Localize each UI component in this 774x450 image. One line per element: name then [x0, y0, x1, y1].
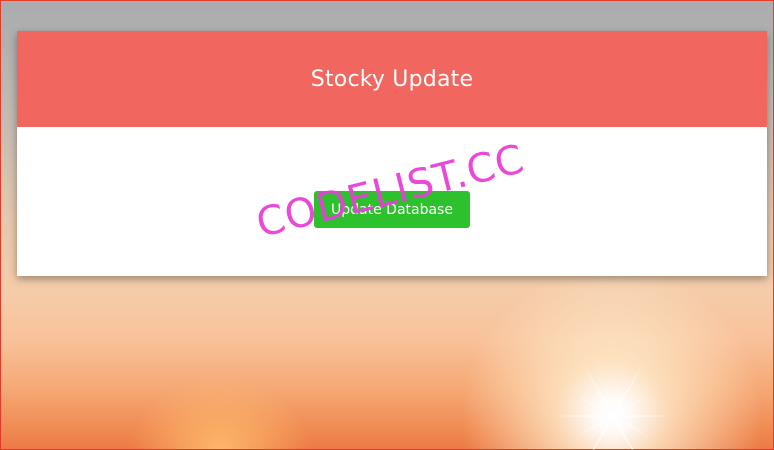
- update-card: Stocky Update Update Database: [17, 31, 767, 276]
- card-body: Update Database: [17, 127, 767, 276]
- page-title: Stocky Update: [310, 66, 474, 92]
- update-database-button[interactable]: Update Database: [314, 191, 470, 228]
- card-header: Stocky Update: [17, 31, 767, 127]
